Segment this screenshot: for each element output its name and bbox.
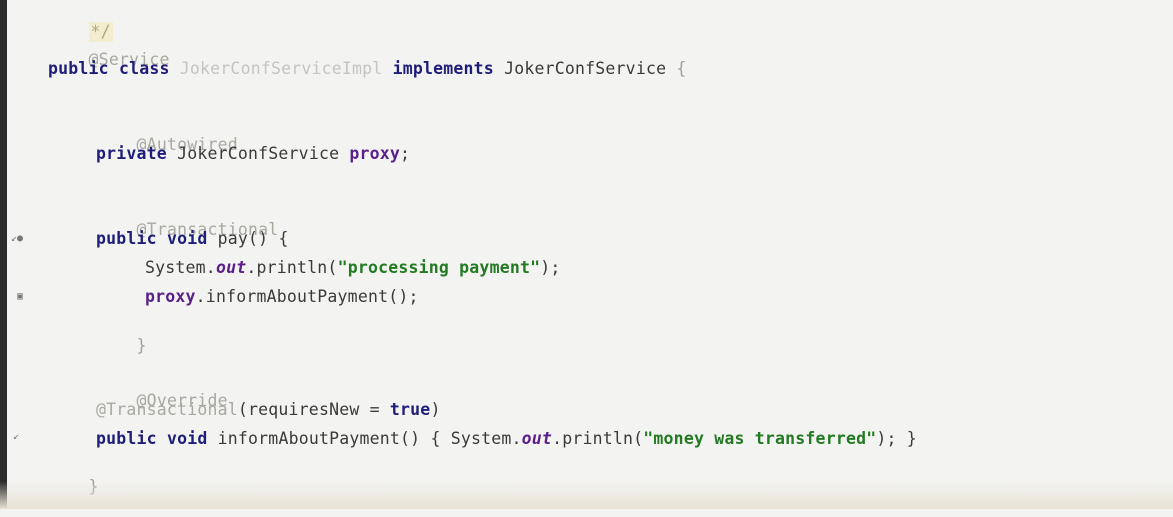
editor-gutter: ↙● ▣ ↙ — [7, 0, 37, 509]
println-call: .println( — [246, 258, 338, 277]
code-line-transactional-requires-new: @Transactional(requiresNew = true) — [96, 400, 441, 420]
code-line-field-declaration: private JokerConfService proxy; — [96, 144, 410, 164]
close-brace: } — [136, 336, 147, 355]
string-literal: "processing payment" — [337, 258, 541, 277]
println-call: .println( — [552, 429, 644, 448]
code-editor[interactable]: */ @Service public class JokerConfServic… — [48, 0, 1173, 509]
annotation-close: ) — [430, 400, 441, 419]
call-end: ); } — [876, 429, 917, 448]
transactional-annotation: @Transactional — [96, 400, 238, 419]
breakpoint-marker-icon[interactable]: ▣ — [17, 291, 23, 303]
keyword-public: public — [96, 229, 157, 248]
interface-name: JokerConfService — [504, 59, 667, 78]
inform-signature: informAboutPayment() { System. — [217, 429, 522, 448]
system-ref: System. — [145, 258, 216, 277]
proxy-ref: proxy — [145, 287, 196, 306]
code-line-proxy-call: proxy.informAboutPayment(); — [145, 287, 419, 307]
keyword-void: void — [166, 429, 208, 448]
keyword-implements: implements — [392, 59, 494, 78]
code-line-println-processing: System.out.println("processing payment")… — [145, 258, 561, 278]
out-field: out — [215, 258, 247, 277]
field-name: proxy — [349, 144, 401, 163]
left-window-edge — [0, 0, 7, 509]
field-type: JokerConfService — [177, 144, 340, 163]
call-end: ); — [540, 258, 561, 277]
keyword-public: public — [96, 429, 157, 448]
bottom-shade — [0, 481, 1173, 509]
string-literal: "money was transferred" — [643, 429, 877, 448]
keyword-private: private — [96, 144, 167, 163]
semicolon: ; — [400, 144, 411, 163]
open-brace: { — [676, 59, 687, 78]
out-field: out — [521, 429, 553, 448]
code-line-close-pay: } — [96, 316, 147, 376]
code-line-inform-declaration: public void informAboutPayment() { Syste… — [96, 429, 917, 449]
keyword-class: class — [118, 59, 170, 78]
keyword-true: true — [389, 400, 431, 419]
keyword-void: void — [166, 229, 208, 248]
implements-marker-icon[interactable]: ↙ — [13, 431, 19, 443]
class-name: JokerConfServiceImpl — [179, 59, 383, 78]
code-line-pay-declaration: public void pay() { — [96, 229, 289, 249]
keyword-public: public — [48, 59, 109, 78]
proxy-method-call: .informAboutPayment(); — [195, 287, 419, 306]
override-marker-icon[interactable]: ↙● — [11, 233, 23, 245]
pay-signature: pay() { — [217, 229, 289, 248]
code-line-class-declaration: public class JokerConfServiceImpl implem… — [48, 59, 687, 79]
annotation-args: (requiresNew = — [237, 400, 390, 419]
